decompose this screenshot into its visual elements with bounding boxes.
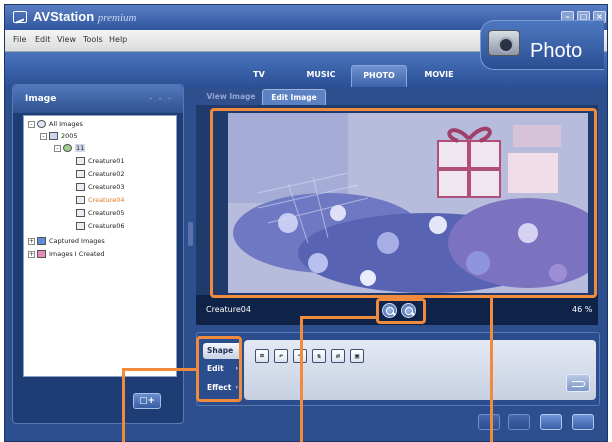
menu-tools[interactable]: Tools — [83, 35, 103, 44]
tab-movie[interactable]: MOVIE — [411, 65, 467, 87]
email-icon[interactable] — [572, 414, 594, 430]
image-library-panel: Image - - - - All Images -2005 -11 Creatu… — [12, 84, 184, 424]
tab-tv[interactable]: TV — [231, 65, 287, 87]
image-file-icon — [76, 209, 85, 217]
categories-callout-line — [122, 368, 125, 442]
menu-edit[interactable]: Edit — [35, 35, 51, 44]
tree-item-creature04[interactable]: Creature04 — [76, 195, 125, 206]
calendar-icon — [49, 132, 58, 140]
panel-grip[interactable]: - - - — [149, 94, 173, 103]
tree-label: Creature04 — [88, 196, 125, 204]
disc-icon — [37, 120, 46, 128]
tree-label: 2005 — [61, 132, 78, 140]
menu-view[interactable]: View — [57, 35, 76, 44]
rotate-left-icon[interactable]: ↶ — [274, 349, 288, 363]
expand-icon[interactable]: + — [28, 237, 35, 245]
new-button-plus: + — [147, 396, 156, 406]
image-file-icon — [76, 196, 85, 204]
tree-label: Creature05 — [88, 209, 125, 217]
image-file-icon — [76, 157, 85, 165]
collapse-icon[interactable]: - — [54, 144, 61, 152]
image-file-icon — [76, 170, 85, 178]
tree-label: Creature02 — [88, 170, 125, 178]
resize-icon[interactable]: ▣ — [350, 349, 364, 363]
image-tree: - All Images -2005 -11 Creature01 Creatur… — [23, 115, 177, 377]
tree-item-all-images[interactable]: - All Images — [28, 119, 83, 130]
tree-label: Creature06 — [88, 222, 125, 230]
panel-splitter[interactable] — [188, 222, 193, 246]
tree-item-creature06[interactable]: Creature06 — [76, 221, 125, 232]
flip-vertical-icon[interactable]: ⇅ — [312, 349, 326, 363]
app-edition: premium — [97, 12, 137, 24]
panel-header: Image - - - — [13, 85, 183, 113]
apply-button[interactable] — [566, 374, 590, 392]
tab-view-image[interactable]: View Image — [202, 89, 260, 105]
tree-item-creature03[interactable]: Creature03 — [76, 182, 125, 193]
save-icon[interactable] — [540, 414, 562, 430]
tree-item-2005[interactable]: - 2005 — [40, 131, 78, 142]
tree-label: Images I Created — [49, 250, 105, 258]
tree-item-11[interactable]: - 11 — [54, 143, 86, 154]
image-viewer-callout — [210, 108, 597, 298]
calendar-day-icon — [63, 144, 72, 152]
collapse-icon[interactable]: - — [40, 132, 47, 140]
app-title: AVStation premium — [33, 9, 136, 24]
tab-photo[interactable]: PHOTO — [351, 65, 407, 87]
crop-icon[interactable]: ⌗ — [255, 349, 269, 363]
zoom-controls-callout — [376, 298, 426, 324]
tree-item-creature05[interactable]: Creature05 — [76, 208, 125, 219]
camera-icon — [488, 30, 520, 56]
zoom-level: 46 % — [572, 305, 593, 314]
tree-label: Creature01 — [88, 157, 125, 165]
tree-item-creature01[interactable]: Creature01 — [76, 156, 125, 167]
capture-icon — [37, 237, 46, 245]
edit-categories-callout — [196, 336, 242, 402]
tab-music[interactable]: MUSIC — [293, 65, 349, 87]
menu-file[interactable]: File — [13, 35, 26, 44]
app-logo-icon — [13, 11, 27, 23]
zoom-callout-connector — [300, 316, 378, 319]
menu-help[interactable]: Help — [109, 35, 127, 44]
book-icon — [37, 250, 46, 258]
flip-horizontal-icon[interactable]: ⇄ — [331, 349, 345, 363]
tree-item-captured-images[interactable]: + Captured Images — [28, 236, 105, 247]
tree-label: Captured Images — [49, 237, 105, 245]
section-title: Photo — [530, 40, 583, 62]
viewer-callout-line — [490, 298, 493, 442]
tree-item-creature02[interactable]: Creature02 — [76, 169, 125, 180]
export-icon[interactable] — [508, 414, 530, 430]
image-file-icon — [76, 183, 85, 191]
collapse-icon[interactable]: - — [28, 120, 35, 128]
tree-label: Creature03 — [88, 183, 125, 191]
expand-icon[interactable]: + — [28, 250, 35, 258]
zoom-callout-line — [300, 316, 303, 442]
tree-item-images-i-created[interactable]: + Images I Created — [28, 249, 105, 260]
image-file-icon — [76, 222, 85, 230]
tree-label: 11 — [75, 144, 86, 152]
tab-edit-image[interactable]: Edit Image — [262, 89, 326, 105]
new-album-button[interactable]: ▢+ — [133, 393, 161, 409]
print-icon[interactable] — [478, 414, 500, 430]
app-name: AVStation — [33, 9, 95, 24]
panel-title: Image — [25, 94, 57, 104]
photo-name: Creature04 — [206, 305, 251, 314]
tree-label: All Images — [49, 120, 83, 128]
categories-callout-connector — [122, 368, 198, 371]
